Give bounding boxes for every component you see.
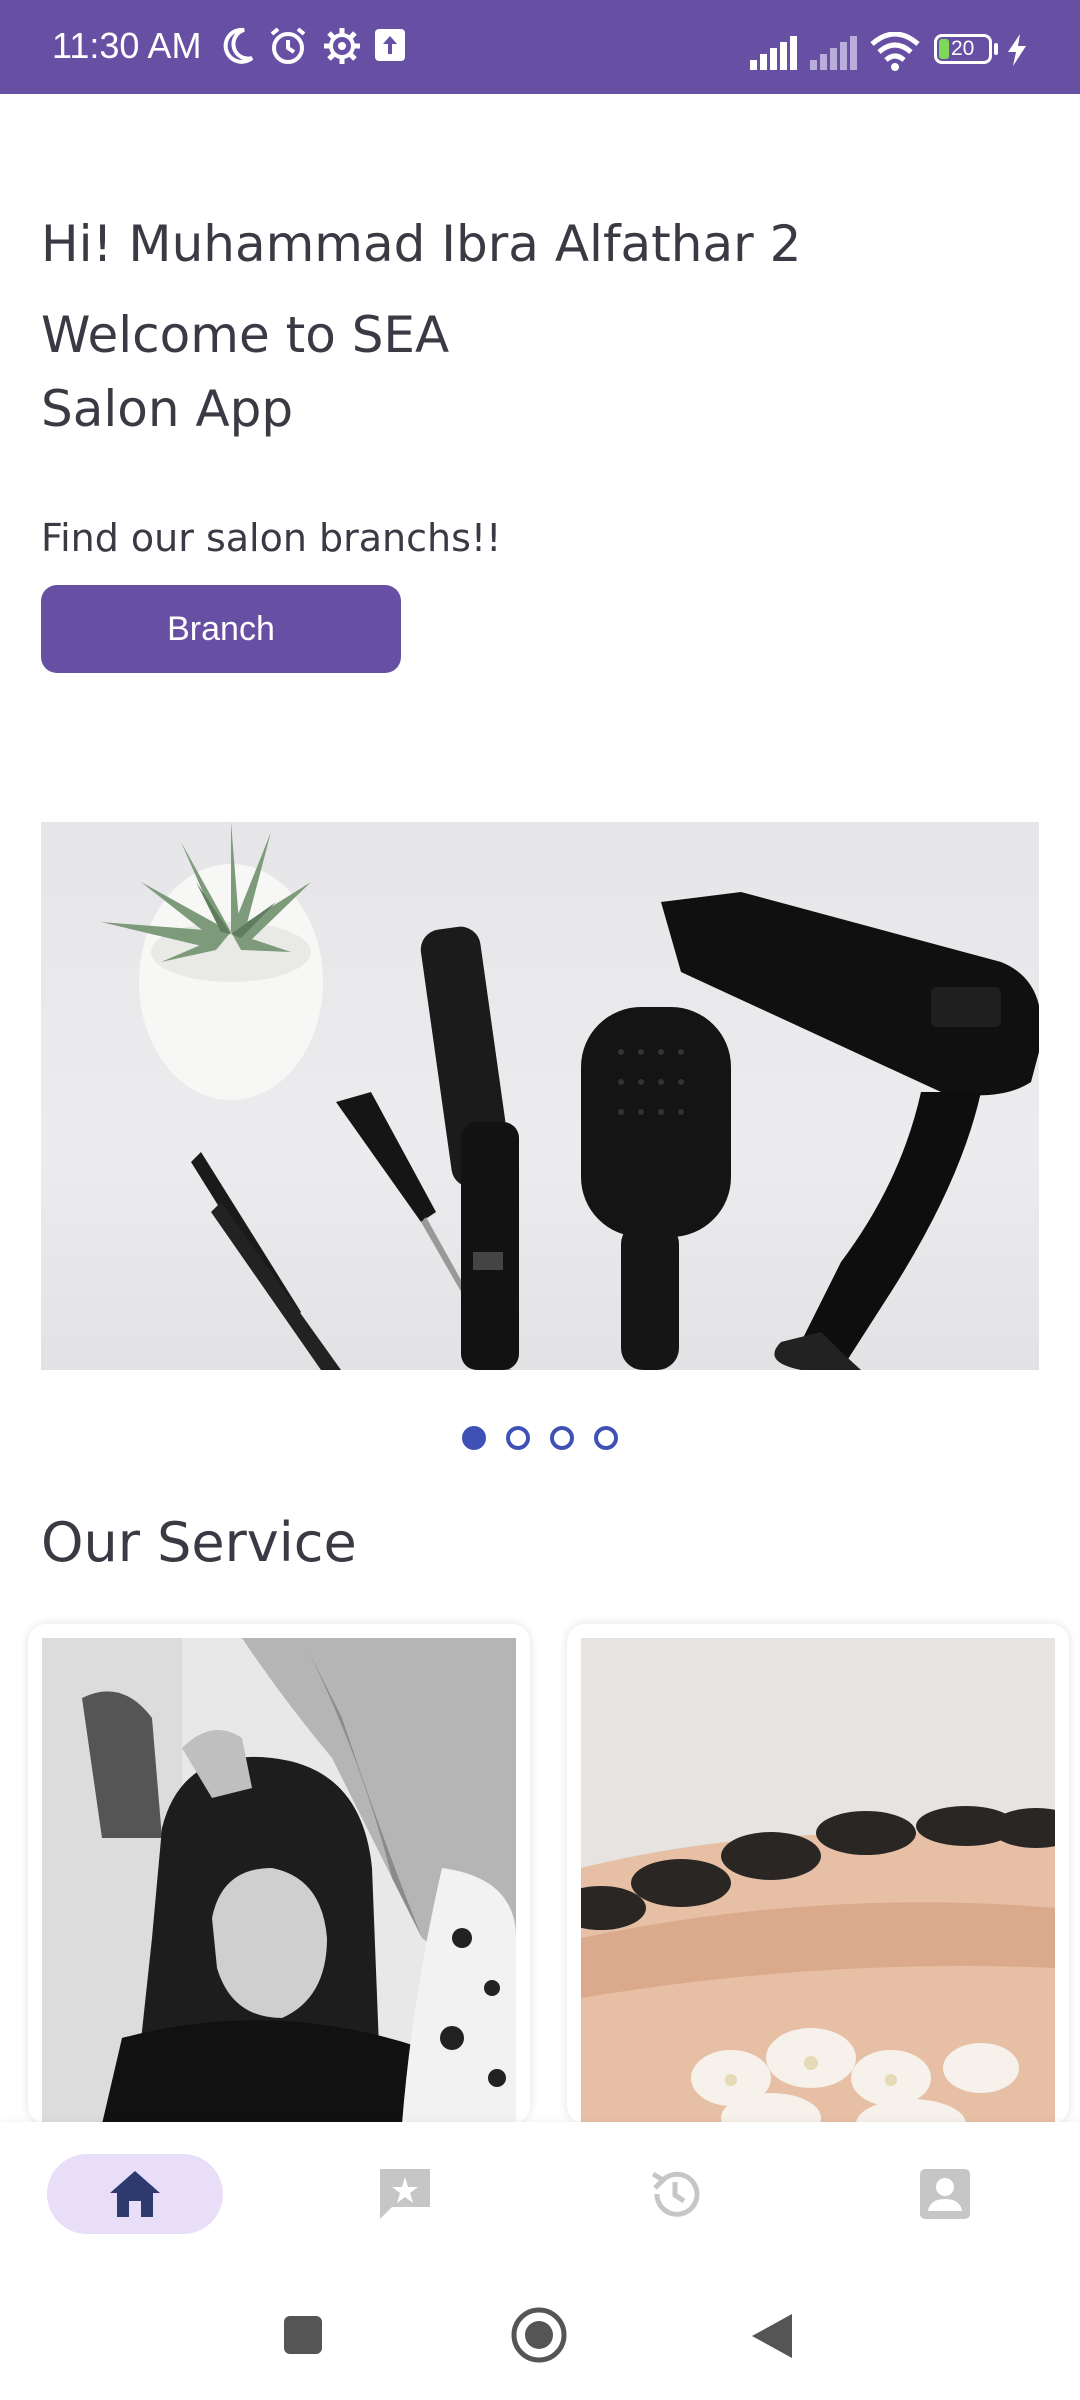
upload-icon (375, 29, 405, 61)
nav-reviews[interactable] (317, 2154, 493, 2234)
status-time: 11:30 AM (52, 25, 202, 66)
alarm-icon (270, 27, 306, 64)
wifi-icon (870, 32, 920, 71)
carousel-dot[interactable] (506, 1426, 530, 1450)
signal-icon (750, 36, 797, 70)
branch-button[interactable]: Branch (41, 585, 401, 673)
greeting-text: Hi! Muhammad Ibra Alfathar 2 (41, 215, 802, 273)
salon-tools-image (101, 822, 1039, 1370)
moon-icon (223, 27, 254, 64)
promo-carousel[interactable] (41, 822, 1039, 1370)
section-title-services: Our Service (41, 1511, 357, 1574)
settings-icon (324, 28, 360, 64)
service-image-massage (581, 1638, 1055, 2124)
find-branch-text: Find our salon branchs!! (41, 516, 502, 560)
service-card[interactable] (567, 1624, 1069, 2124)
history-icon (651, 2171, 700, 2217)
battery-level: 20 (951, 37, 975, 60)
back-icon[interactable] (750, 2312, 794, 2360)
nav-home[interactable] (47, 2154, 223, 2234)
carousel-dot[interactable] (550, 1426, 574, 1450)
carousel-dot[interactable] (462, 1426, 486, 1450)
welcome-title: Welcome to SEA Salon App (41, 306, 450, 438)
profile-icon (920, 2169, 970, 2219)
home-button-icon[interactable] (510, 2306, 568, 2364)
signal-icon-2 (810, 36, 857, 70)
home-icon (110, 2171, 160, 2217)
charging-icon (1008, 34, 1026, 66)
service-image-haircut (42, 1638, 516, 2124)
system-navigation-bar (0, 2272, 1080, 2400)
carousel-dot[interactable] (594, 1426, 618, 1450)
service-card[interactable] (28, 1624, 530, 2124)
review-icon (380, 2169, 430, 2219)
bottom-navigation (0, 2122, 1080, 2272)
nav-history[interactable] (587, 2154, 763, 2234)
nav-profile[interactable] (857, 2154, 1033, 2234)
battery-icon: 20 (934, 34, 992, 64)
status-bar: 11:30 AM 20 (0, 0, 1080, 94)
recent-apps-icon[interactable] (282, 2314, 324, 2356)
